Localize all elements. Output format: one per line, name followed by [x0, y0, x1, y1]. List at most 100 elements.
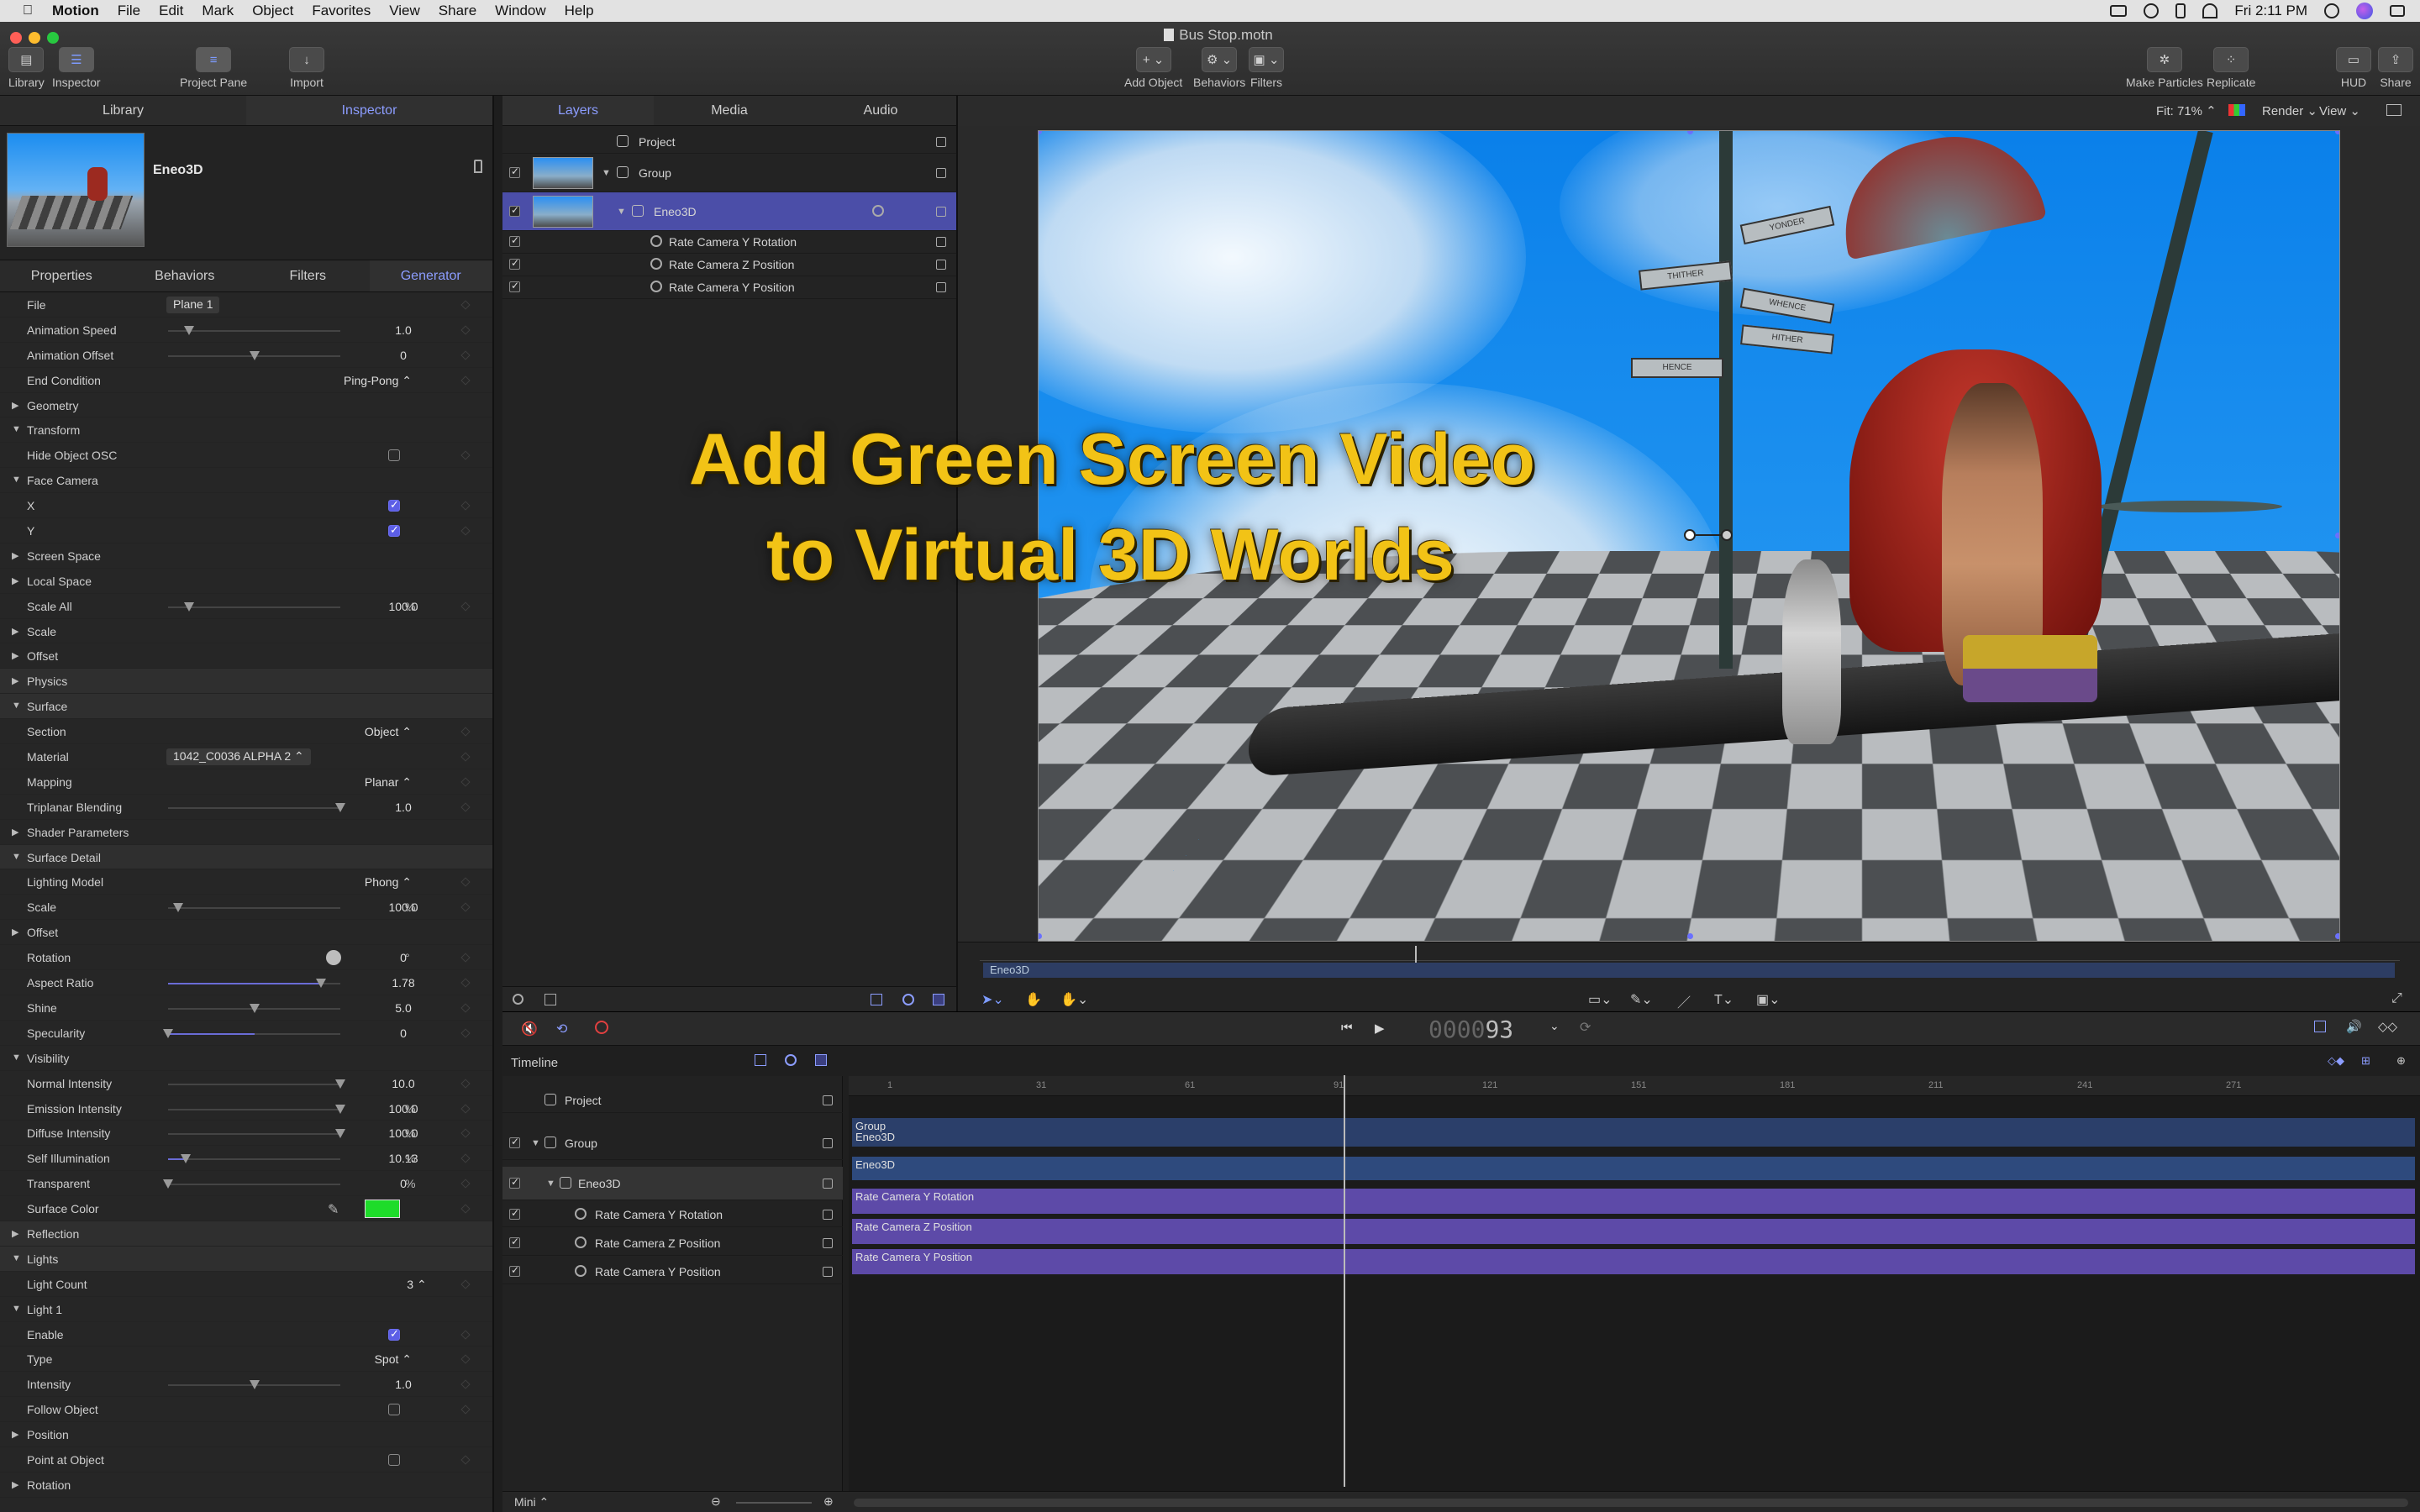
- param-slider[interactable]: [168, 350, 340, 360]
- param-row-geometry[interactable]: ▶ Geometry: [0, 393, 492, 418]
- param-slider[interactable]: [168, 601, 340, 612]
- param-checkbox[interactable]: [388, 449, 400, 462]
- timeline-row-project[interactable]: Project: [502, 1088, 843, 1113]
- param-row-rotation[interactable]: ▶ Rotation: [0, 1473, 492, 1498]
- timecode-display[interactable]: 000093: [1428, 1016, 1513, 1043]
- wifi-icon[interactable]: [2202, 3, 2218, 18]
- param-slider[interactable]: [168, 903, 340, 913]
- record-icon[interactable]: [595, 1021, 608, 1034]
- keyframe-nav-icon[interactable]: ◇◆: [2328, 1054, 2344, 1068]
- keyframe-button-icon[interactable]: [460, 501, 471, 511]
- disclosure-closed-icon[interactable]: ▶: [12, 675, 18, 686]
- disclosure-open-icon[interactable]: ▼: [602, 168, 611, 178]
- audio-mute-icon[interactable]: 🔇: [521, 1021, 538, 1037]
- lock-icon[interactable]: [936, 282, 946, 292]
- playback-rate-icon[interactable]: ⟳: [1580, 1019, 1591, 1036]
- lock-icon[interactable]: [936, 260, 946, 270]
- param-checkbox[interactable]: [388, 1453, 400, 1466]
- param-value[interactable]: 10.13: [370, 1152, 437, 1165]
- search-icon[interactable]: [513, 994, 523, 1005]
- view-layout-icon[interactable]: [2386, 104, 2402, 116]
- keyframe-button-icon[interactable]: [460, 1455, 471, 1465]
- keyframe-button-icon[interactable]: [460, 1078, 471, 1089]
- add-group-icon[interactable]: [871, 994, 882, 1005]
- timeline-zoom-slider[interactable]: [736, 1502, 812, 1504]
- timeline-playhead[interactable]: [1343, 1075, 1345, 1487]
- param-slider[interactable]: [163, 1028, 340, 1038]
- keyframe-button-icon[interactable]: [460, 752, 471, 762]
- timeline-enable-checkbox[interactable]: [509, 1136, 520, 1148]
- timeline-height-popup[interactable]: Mini ⌃: [514, 1495, 549, 1509]
- disclosure-closed-icon[interactable]: ▶: [12, 1429, 18, 1440]
- rotation-handle-knob[interactable]: [1721, 529, 1733, 541]
- keyframe-button-icon[interactable]: [460, 1028, 471, 1038]
- param-row-physics[interactable]: ▶ Physics: [0, 669, 492, 695]
- param-popup[interactable]: 1042_C0036 ALPHA 2 ⌃: [166, 748, 311, 766]
- timeline-track-area[interactable]: 1 31 61 91 121 151 181 211 241 271 Group Eneo3D Ene…: [849, 1076, 2420, 1491]
- rotation-dial-icon[interactable]: [326, 950, 341, 966]
- param-row-offset[interactable]: ▶ Offset: [0, 643, 492, 669]
- render-popup[interactable]: Render ⌄: [2262, 103, 2317, 118]
- disclosure-closed-icon[interactable]: ▶: [12, 927, 18, 937]
- mini-playhead[interactable]: [1415, 946, 1417, 964]
- param-value[interactable]: 0: [370, 1026, 437, 1040]
- param-checkbox[interactable]: [388, 1404, 400, 1416]
- keyframe-button-icon[interactable]: [460, 1379, 471, 1389]
- hud-button[interactable]: ▭ HUD: [2336, 47, 2371, 89]
- snap-icon[interactable]: ⊞: [2361, 1054, 2370, 1068]
- loop-icon[interactable]: ⟲: [556, 1021, 567, 1037]
- inspector-button[interactable]: ☰ Inspector: [52, 47, 101, 89]
- select-tool-icon[interactable]: ➤⌄: [981, 991, 1004, 1008]
- keyframe-button-icon[interactable]: [460, 1204, 471, 1214]
- slider-knob[interactable]: [249, 1003, 260, 1013]
- paint-stroke-tool-icon[interactable]: ／: [1677, 991, 1691, 1011]
- layer-row-rate-camera-y-rotation[interactable]: Rate Camera Y Rotation: [502, 231, 956, 254]
- keyframe-button-icon[interactable]: [460, 1179, 471, 1189]
- disclosure-closed-icon[interactable]: ▶: [12, 400, 18, 411]
- show-layers-icon[interactable]: [755, 1054, 766, 1066]
- zoom-level-popup[interactable]: Fit: 71% ⌃: [2156, 103, 2217, 118]
- keyframe-button-icon[interactable]: [460, 375, 471, 386]
- keyframe-button-icon[interactable]: [460, 526, 471, 536]
- library-button[interactable]: ▤ Library: [8, 47, 45, 89]
- param-row-surface-detail[interactable]: ▼ Surface Detail: [0, 844, 492, 870]
- zoom-timeline-icon[interactable]: ⊕: [2396, 1054, 2406, 1068]
- selection-handle[interactable]: [2335, 131, 2339, 134]
- param-checkbox[interactable]: [388, 1327, 400, 1341]
- param-value[interactable]: 1.0: [370, 1378, 437, 1391]
- param-row-shader-parameters[interactable]: ▶ Shader Parameters: [0, 820, 492, 845]
- disclosure-closed-icon[interactable]: ▶: [12, 550, 18, 561]
- menu-view[interactable]: View: [389, 3, 420, 19]
- menu-help[interactable]: Help: [565, 3, 594, 19]
- param-row-face-camera[interactable]: ▼ Face Camera: [0, 468, 492, 494]
- zoom-out-icon[interactable]: ⊖: [711, 1494, 721, 1509]
- selection-handle[interactable]: [2335, 933, 2339, 939]
- keyframe-button-icon[interactable]: [460, 450, 471, 461]
- rotation-handle[interactable]: [1696, 534, 1724, 536]
- slider-knob[interactable]: [163, 1179, 173, 1189]
- keyframe-button-icon[interactable]: [460, 1153, 471, 1163]
- param-row-light-1[interactable]: ▼ Light 1: [0, 1297, 492, 1322]
- param-slider[interactable]: [168, 979, 340, 989]
- menu-window[interactable]: Window: [495, 3, 545, 19]
- bluetooth-icon[interactable]: [2175, 3, 2186, 18]
- tab-filters[interactable]: Filters: [246, 260, 370, 291]
- timecode-format-chevron-icon[interactable]: ⌄: [1549, 1019, 1560, 1033]
- param-slider[interactable]: [168, 325, 340, 335]
- color-channels-icon[interactable]: [2228, 104, 2245, 116]
- slider-knob[interactable]: [249, 1380, 260, 1390]
- timeline-enable-checkbox[interactable]: [509, 1236, 520, 1248]
- minimize-window-button[interactable]: [29, 32, 40, 44]
- param-row-surface[interactable]: ▼ Surface: [0, 694, 492, 720]
- param-slider[interactable]: [168, 1129, 345, 1139]
- disclosure-open-icon[interactable]: ▼: [546, 1179, 555, 1189]
- tab-audio[interactable]: Audio: [805, 96, 956, 125]
- layer-row-rate-camera-z-position[interactable]: Rate Camera Z Position: [502, 254, 956, 276]
- param-popup[interactable]: Planar ⌃: [365, 775, 412, 790]
- layer-row-rate-camera-y-position[interactable]: Rate Camera Y Position: [502, 276, 956, 299]
- param-row-offset[interactable]: ▶ Offset: [0, 920, 492, 946]
- keyframe-button-icon[interactable]: [460, 300, 471, 310]
- param-row-local-space[interactable]: ▶ Local Space: [0, 569, 492, 594]
- menu-share[interactable]: Share: [439, 3, 476, 19]
- param-row-lights[interactable]: ▼ Lights: [0, 1246, 492, 1272]
